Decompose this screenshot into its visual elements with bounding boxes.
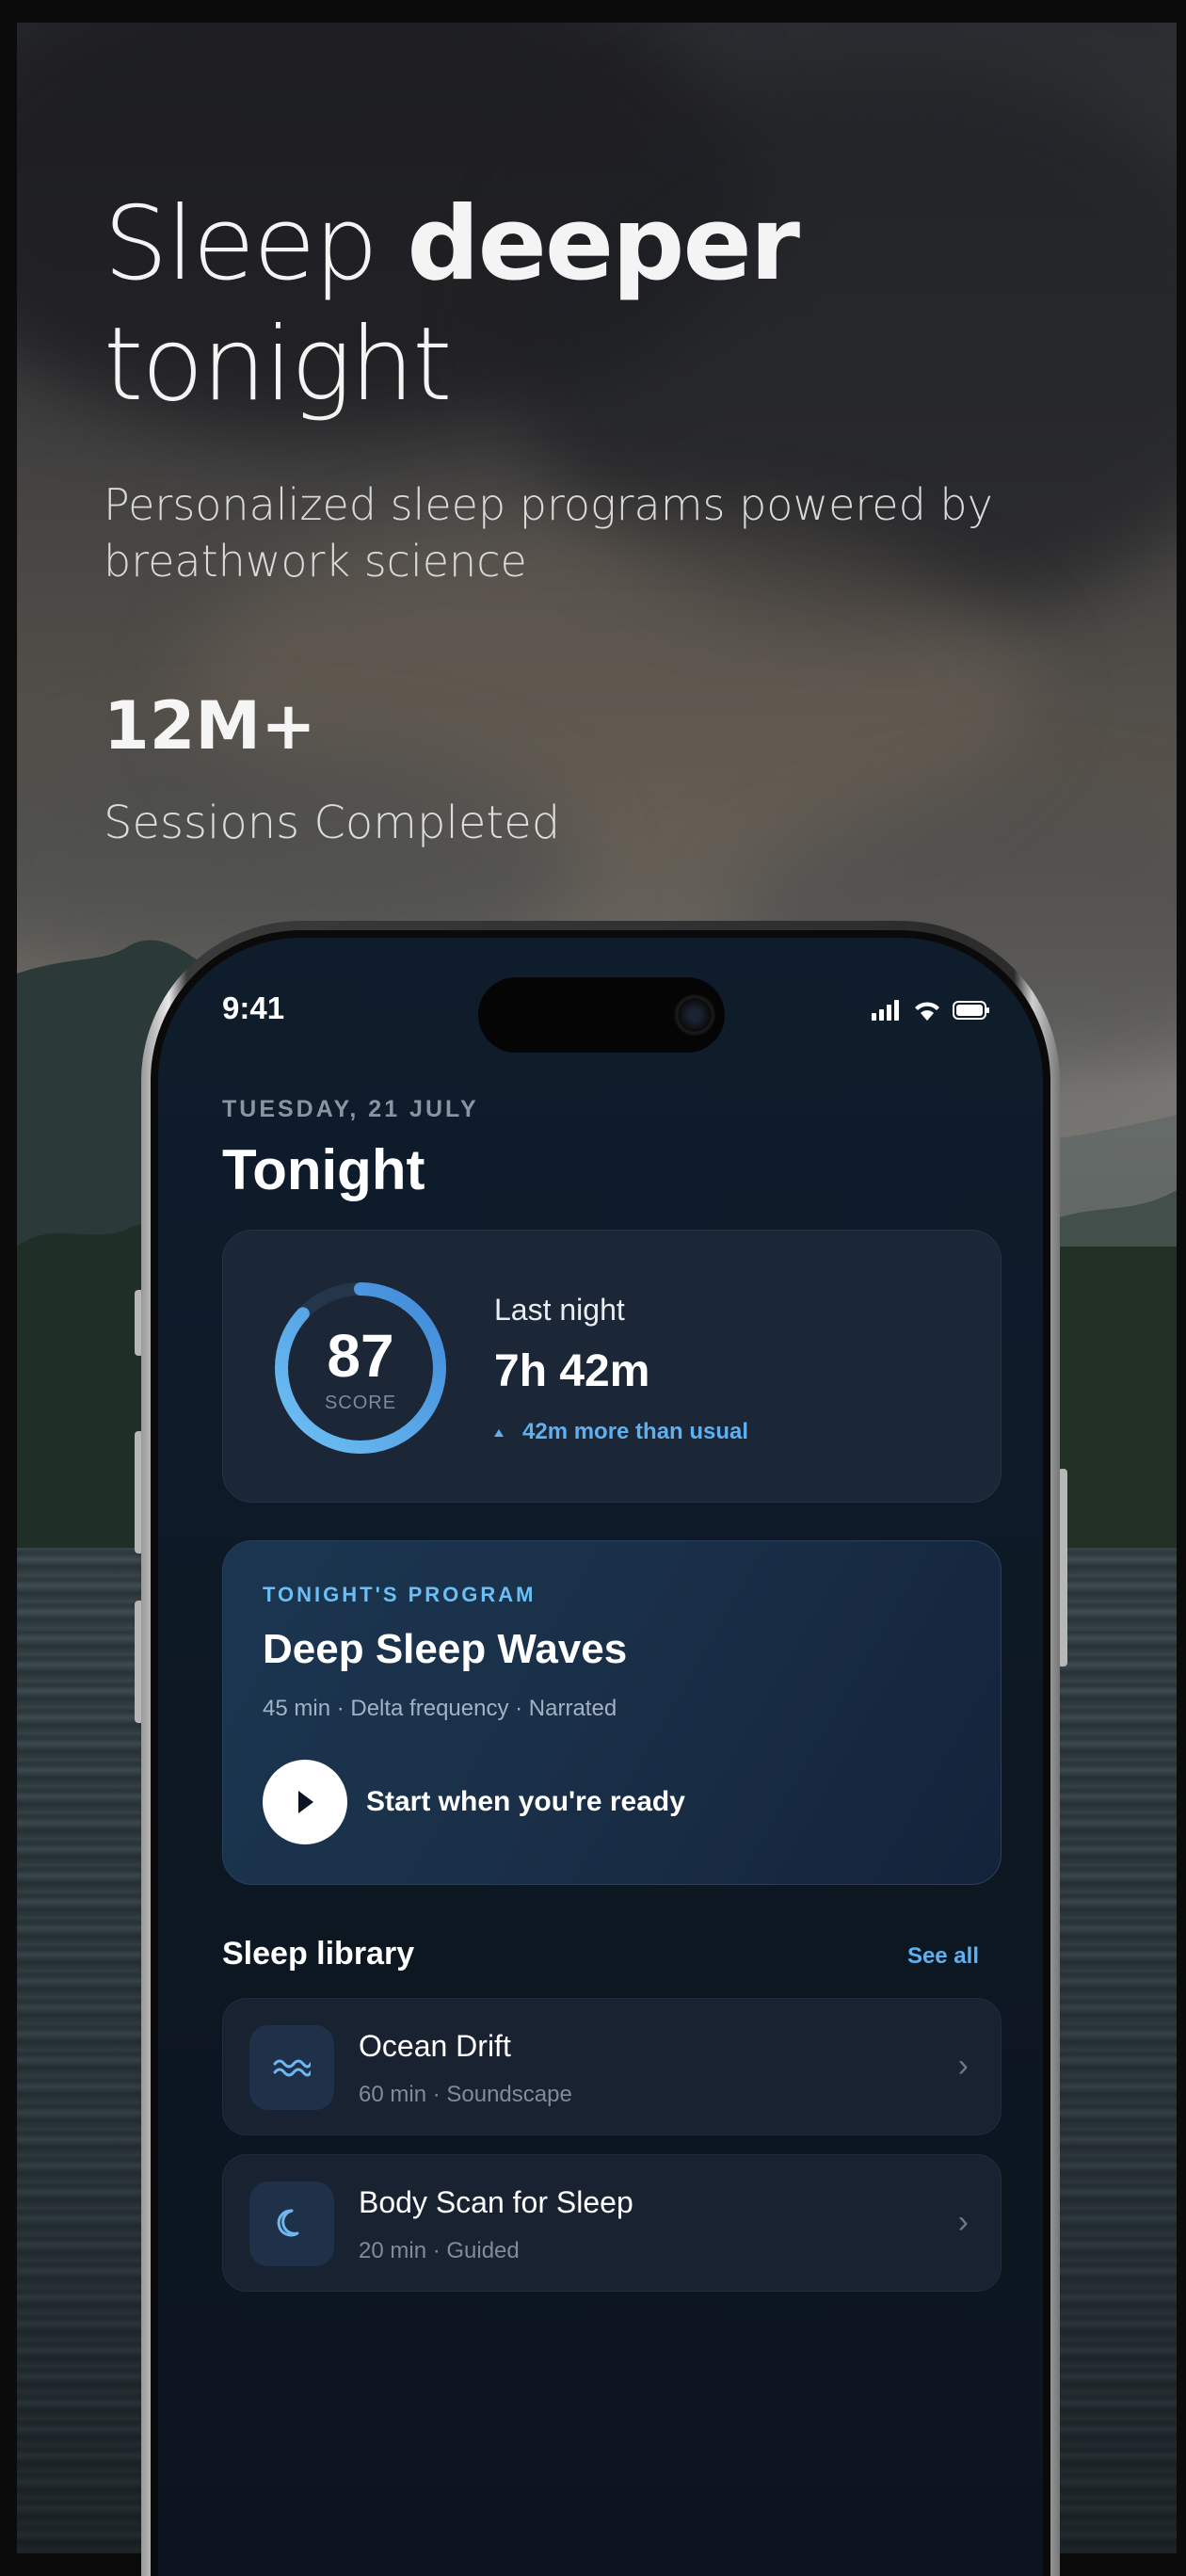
library-item-ocean-drift[interactable]: Ocean Drift 60 min · Soundscape › [222,1998,1002,2135]
hero-title-bold: deeper [407,185,800,303]
wifi-icon [915,1002,939,1021]
score-caption: SCORE [324,1393,397,1413]
stat-value: 12M+ [104,687,316,765]
page-title: Tonight [222,1138,425,1201]
play-button[interactable] [263,1760,347,1844]
cellular-signal-icon [872,1000,899,1021]
chevron-right-icon: › [957,2204,969,2240]
waves-icon [249,2025,334,2110]
program-cta[interactable]: Start when you're ready [366,1786,685,1818]
camera-icon [674,994,715,1036]
arrow-up-icon [494,1428,504,1437]
moon-icon [249,2182,334,2266]
library-item-name: Ocean Drift [359,2029,511,2063]
score-value: 87 [327,1322,394,1390]
library-item-name: Body Scan for Sleep [359,2185,633,2219]
program-meta: 45 min · Delta frequency · Narrated [263,1696,617,1721]
sleep-score-card[interactable]: 87 SCORE Last night 7h 42m 42m more than… [222,1230,1002,1503]
hero-title-light: Sleep [104,185,408,303]
phone-screen: 9:41 TUESDAY, 21 JULY Tonight 87 SCORE L… [151,930,1050,2576]
battery-icon [953,1001,989,1020]
library-title: Sleep library [222,1936,415,1972]
date-label: TUESDAY, 21 JULY [222,1096,479,1122]
status-icons [872,1000,990,1021]
stat-label: Sessions Completed [104,797,561,849]
status-time: 9:41 [222,990,285,1025]
last-night-duration: 7h 42m [494,1346,650,1396]
program-title: Deep Sleep Waves [263,1626,628,1672]
chevron-right-icon: › [957,2048,969,2084]
sleep-delta: 42m more than usual [494,1419,748,1445]
hero-title: Sleep deeper tonight [104,185,800,426]
program-eyebrow: TONIGHT'S PROGRAM [263,1583,537,1606]
library-item-body-scan[interactable]: Body Scan for Sleep 20 min · Guided › [222,2154,1002,2292]
sleep-delta-text: 42m more than usual [522,1419,749,1444]
dynamic-island [478,977,725,1053]
tonights-program-card[interactable]: TONIGHT'S PROGRAM Deep Sleep Waves 45 mi… [222,1540,1002,1885]
last-night-label: Last night [494,1293,625,1327]
hero-title-line2: tonight [104,306,452,424]
hero-subtitle: Personalized sleep programs powered by b… [104,479,993,587]
phone-mockup: 9:41 TUESDAY, 21 JULY Tonight 87 SCORE L… [141,921,1060,2576]
library-item-meta: 20 min · Guided [359,2238,520,2263]
library-item-meta: 60 min · Soundscape [359,2082,572,2107]
see-all-link[interactable]: See all [907,1943,979,1970]
